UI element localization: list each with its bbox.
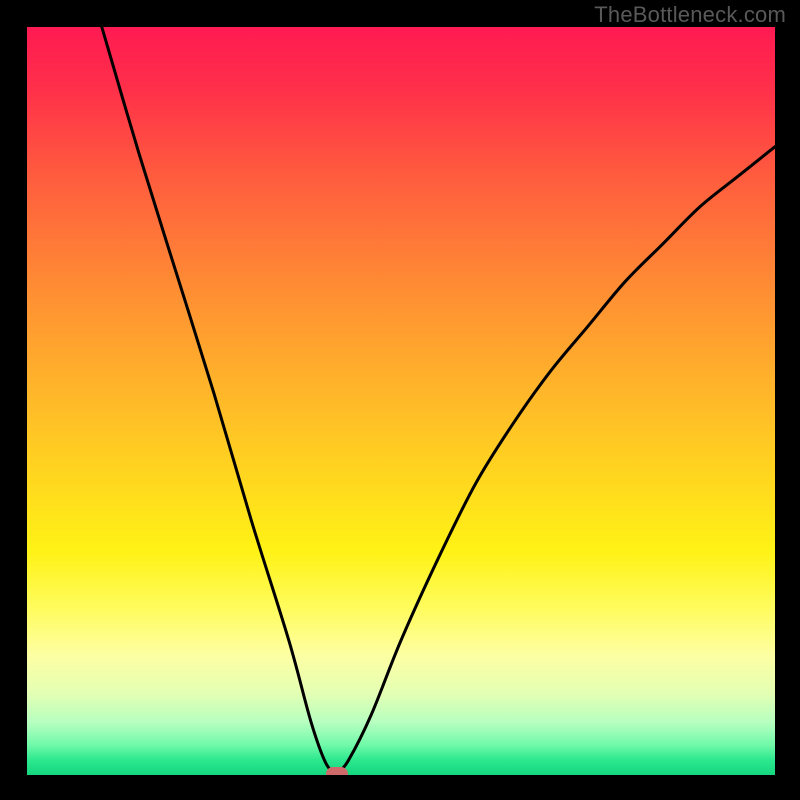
chart-frame: TheBottleneck.com [0, 0, 800, 800]
plot-area [27, 27, 775, 775]
bottleneck-curve [102, 27, 775, 775]
minimum-marker [326, 767, 348, 776]
watermark-text: TheBottleneck.com [594, 2, 786, 28]
curve-svg [27, 27, 775, 775]
